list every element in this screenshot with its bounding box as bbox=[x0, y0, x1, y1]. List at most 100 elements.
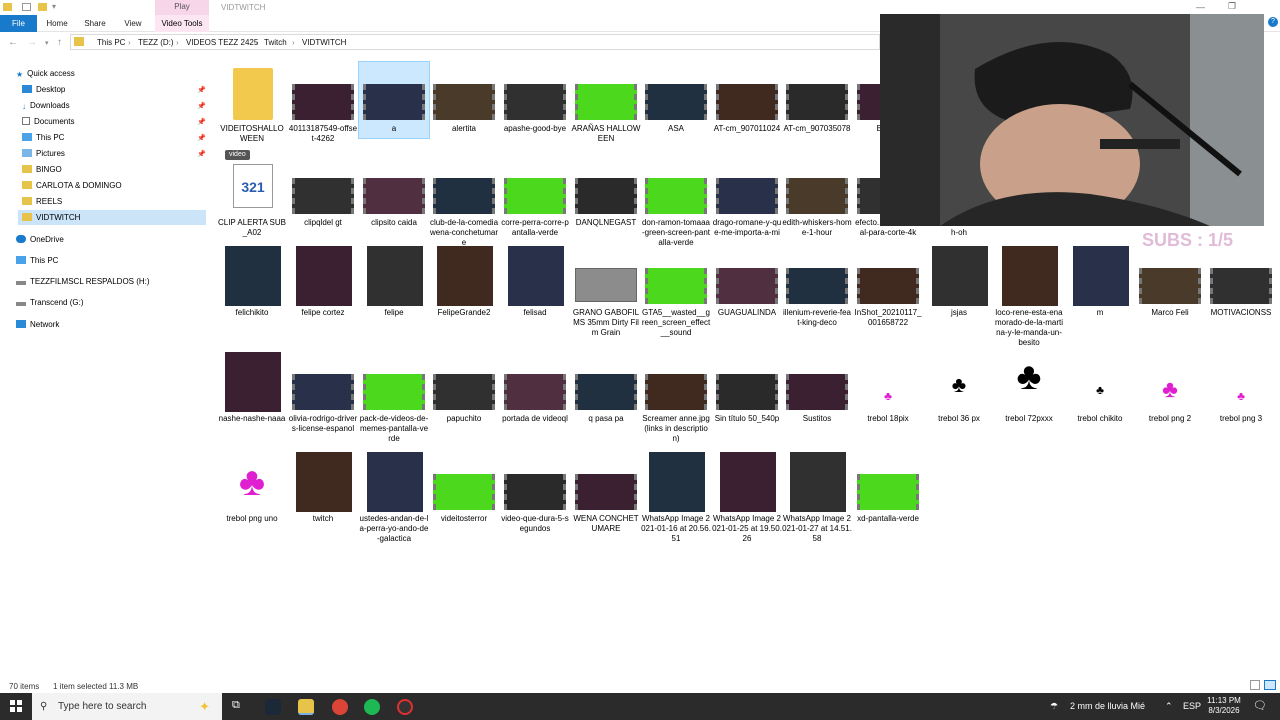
minimize-icon[interactable]: — bbox=[1196, 2, 1205, 12]
file-item[interactable]: ♣ trebol 72pxxx bbox=[994, 352, 1064, 424]
up-icon[interactable]: ↑ bbox=[57, 37, 62, 48]
pin-icon[interactable]: 📌 bbox=[197, 150, 206, 158]
file-item[interactable]: AT-cm_907011024 bbox=[712, 62, 782, 134]
file-item[interactable]: DANQLNEGAST bbox=[571, 156, 641, 228]
pin-icon[interactable]: 📌 bbox=[197, 134, 206, 142]
file-item[interactable]: olivia-rodrigo-drivers-license-espanol bbox=[288, 352, 358, 434]
breadcrumb-drive[interactable]: TEZZ (D:) bbox=[138, 38, 174, 47]
nav-carlota[interactable]: CARLOTA & DOMINGO bbox=[22, 178, 122, 193]
file-item[interactable]: WhatsApp Image 2021-01-27 at 14.51.58 bbox=[782, 452, 852, 544]
file-item[interactable]: WhatsApp Image 2021-01-25 at 19.50.26 bbox=[712, 452, 782, 544]
spotify-icon[interactable] bbox=[364, 699, 380, 715]
file-explorer-icon[interactable] bbox=[298, 699, 314, 715]
file-item[interactable]: Marco Feli bbox=[1135, 246, 1205, 318]
new-folder-icon[interactable] bbox=[38, 3, 47, 11]
file-item[interactable]: loco-rene-esta-enamorado-de-la-martina-y… bbox=[994, 246, 1064, 348]
breadcrumb-vidtwitch[interactable]: VIDTWITCH bbox=[302, 38, 346, 47]
tab-view[interactable]: View bbox=[118, 15, 148, 32]
file-item[interactable]: pack-de-videos-de-memes-pantalla-verde bbox=[359, 352, 429, 444]
nav-quick-access[interactable]: ★ Quick access bbox=[16, 66, 75, 81]
breadcrumb-videos[interactable]: VIDEOS TEZZ 2425 bbox=[186, 38, 258, 47]
file-item[interactable]: video-que-dura-5-segundos bbox=[500, 452, 570, 534]
nav-bingo[interactable]: BINGO bbox=[22, 162, 62, 177]
file-item[interactable]: Screamer anne.jpg (links in description) bbox=[641, 352, 711, 444]
tab-video-tools[interactable]: Video Tools bbox=[155, 15, 209, 32]
maximize-icon[interactable]: ❐ bbox=[1228, 1, 1236, 12]
file-item[interactable]: InShot_20210117_001658722 bbox=[853, 246, 923, 328]
tab-home[interactable]: Home bbox=[42, 15, 72, 32]
file-item[interactable]: felipe cortez bbox=[288, 246, 358, 318]
nav-drive-g[interactable]: Transcend (G:) bbox=[16, 295, 84, 310]
file-item[interactable]: portada de videoql bbox=[500, 352, 570, 424]
tray-chevron-icon[interactable]: ⌃ bbox=[1165, 693, 1173, 720]
file-item[interactable]: twitch bbox=[288, 452, 358, 524]
nav-drive-h[interactable]: TEZZFILMSCL RESPALDOS (H:) bbox=[16, 274, 150, 289]
tab-play[interactable]: Play bbox=[155, 0, 209, 15]
file-item[interactable]: felisad bbox=[500, 246, 570, 318]
file-item[interactable]: papuchito bbox=[429, 352, 499, 424]
forward-icon[interactable]: → bbox=[27, 37, 37, 48]
breadcrumb-twitch[interactable]: Twitch bbox=[264, 38, 287, 47]
windows-start-icon[interactable] bbox=[10, 700, 22, 712]
pin-icon[interactable]: 📌 bbox=[197, 118, 206, 126]
file-item[interactable]: jsjas bbox=[924, 246, 994, 318]
back-icon[interactable]: ← bbox=[8, 37, 18, 48]
file-item[interactable]: alertita bbox=[429, 62, 499, 134]
nav-vidtwitch[interactable]: VIDTWITCH bbox=[18, 210, 206, 225]
file-item[interactable]: apashe-good-bye bbox=[500, 62, 570, 134]
file-item[interactable]: club-de-la-comediawena-conchetumare bbox=[429, 156, 499, 248]
file-item[interactable]: Sustitos bbox=[782, 352, 852, 424]
file-item[interactable]: VIDEITOSHALLOWEEN bbox=[217, 62, 287, 144]
obs-icon[interactable] bbox=[397, 699, 413, 715]
breadcrumb-this-pc[interactable]: This PC bbox=[97, 38, 125, 47]
file-item[interactable]: video 321 CLIP ALERTA SUB_A02 bbox=[217, 150, 287, 238]
details-view-icon[interactable] bbox=[1250, 680, 1260, 690]
file-item[interactable]: GUAGUALINDA bbox=[712, 246, 782, 318]
file-item[interactable]: illenium-reverie-feat-king-deco bbox=[782, 246, 852, 328]
file-item[interactable]: ♣ trebol chikito bbox=[1065, 352, 1135, 424]
file-item[interactable]: ustedes-andan-de-la-perra-yo-ando-de-gal… bbox=[359, 452, 429, 544]
chrome-icon[interactable] bbox=[332, 699, 348, 715]
file-item[interactable]: WhatsApp Image 2021-01-16 at 20.56.51 bbox=[641, 452, 711, 544]
file-item[interactable]: ARAÑAS HALLOWEEN bbox=[571, 62, 641, 144]
taskbar-search-box[interactable]: ⚲ Type here to search ✦ bbox=[32, 693, 222, 720]
file-item[interactable]: ASA bbox=[641, 62, 711, 134]
file-item[interactable]: xd-pantalla-verde bbox=[853, 452, 923, 524]
pin-icon[interactable]: 📌 bbox=[197, 86, 206, 94]
file-item[interactable]: nashe-nashe-naaa bbox=[217, 352, 287, 424]
file-item[interactable]: GRANO GABOFILMS 35mm Dirty Film Grain bbox=[571, 246, 641, 338]
file-item[interactable]: ♣ trebol png 2 bbox=[1135, 352, 1205, 424]
file-item[interactable]: 40113187549-offset-4262 bbox=[288, 62, 358, 144]
file-item[interactable]: ♣ trebol 18pix bbox=[853, 352, 923, 424]
nav-pictures[interactable]: Pictures bbox=[22, 146, 65, 161]
nav-desktop[interactable]: Desktop bbox=[22, 82, 65, 97]
task-view-icon[interactable]: ⧉ bbox=[232, 699, 240, 712]
pin-icon[interactable]: 📌 bbox=[197, 102, 206, 110]
file-item[interactable]: don-ramon-tomaaa-green-screen-pantalla-v… bbox=[641, 156, 711, 248]
file-item[interactable]: Sin título 50_540p bbox=[712, 352, 782, 424]
properties-icon[interactable] bbox=[22, 3, 31, 11]
file-item[interactable]: MOTIVACIONSS bbox=[1206, 246, 1276, 318]
file-item[interactable]: ♣ trebol png 3 bbox=[1206, 352, 1276, 424]
file-item[interactable]: FelipeGrande2 bbox=[429, 246, 499, 318]
recent-locations-icon[interactable]: ▾ bbox=[45, 39, 49, 47]
file-item[interactable]: videitosterror bbox=[429, 452, 499, 524]
file-item[interactable]: ♣ trebol png uno bbox=[217, 452, 287, 524]
weather-text[interactable]: 2 mm de lluvia Mié bbox=[1070, 693, 1145, 720]
weather-icon[interactable]: ☂ bbox=[1050, 693, 1058, 720]
nav-documents[interactable]: Documents bbox=[22, 114, 74, 129]
nav-this-pc[interactable]: This PC bbox=[16, 253, 58, 268]
file-item[interactable]: WENA CONCHETUMARE bbox=[571, 452, 641, 534]
file-item[interactable]: clipsito caida bbox=[359, 156, 429, 228]
file-item[interactable]: AT-cm_907035078 bbox=[782, 62, 852, 134]
nav-onedrive[interactable]: OneDrive bbox=[16, 232, 64, 247]
file-item[interactable]: a bbox=[358, 61, 430, 139]
file-item[interactable]: edith-whiskers-home-1-hour bbox=[782, 156, 852, 238]
tab-file[interactable]: File bbox=[0, 15, 37, 32]
language-indicator[interactable]: ESP bbox=[1183, 693, 1201, 720]
steam-icon[interactable] bbox=[265, 699, 281, 715]
large-icons-view-icon[interactable] bbox=[1264, 680, 1276, 690]
nav-reels[interactable]: REELS bbox=[22, 194, 62, 209]
tab-share[interactable]: Share bbox=[80, 15, 110, 32]
file-item[interactable]: GTA5__wasted__green_screen_effect__sound bbox=[641, 246, 711, 338]
